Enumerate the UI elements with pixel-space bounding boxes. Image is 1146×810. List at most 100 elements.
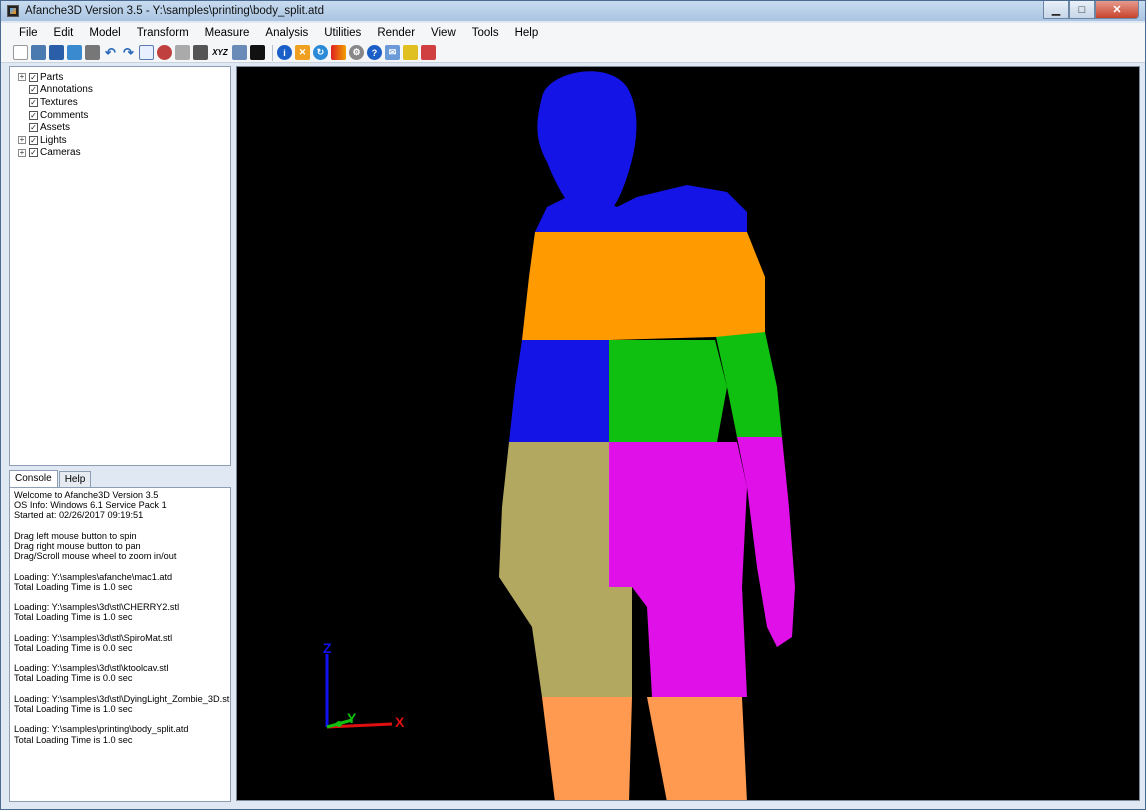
checkbox-lights[interactable]: ✓ xyxy=(29,135,38,145)
scene-tree[interactable]: + ✓ Parts ✓ Annotations ✓ Textures ✓ Com… xyxy=(9,66,231,466)
left-panel: + ✓ Parts ✓ Annotations ✓ Textures ✓ Com… xyxy=(9,66,231,802)
tree-item-textures[interactable]: ✓ Textures xyxy=(10,96,230,109)
console-line: Total Loading Time is 0.0 sec xyxy=(14,673,133,684)
settings-icon[interactable]: ⚙ xyxy=(349,45,364,60)
texture-icon[interactable] xyxy=(175,45,190,60)
console-output[interactable]: Welcome to Afanche3D Version 3.5 OS Info… xyxy=(9,487,231,802)
tree-item-cameras[interactable]: + ✓ Cameras xyxy=(10,147,230,160)
tree-item-parts[interactable]: + ✓ Parts xyxy=(10,71,230,84)
console-line: Total Loading Time is 1.0 sec xyxy=(14,612,133,623)
toolbar: ↶ ↷ XYZ i ✕ ↻ ⚙ ? ✉ xyxy=(1,43,1145,63)
model-segment-magenta-arm xyxy=(737,437,795,647)
tree-item-lights[interactable]: + ✓ Lights xyxy=(10,134,230,147)
tree-item-label: Parts xyxy=(40,71,64,83)
menu-tools[interactable]: Tools xyxy=(464,23,507,43)
menu-measure[interactable]: Measure xyxy=(197,23,258,43)
help-icon[interactable]: ? xyxy=(367,45,382,60)
minimize-button[interactable]: ▁ xyxy=(1043,1,1069,19)
bottom-tabs: Console Help xyxy=(9,470,231,487)
exit-icon[interactable] xyxy=(421,45,436,60)
expand-icon[interactable]: + xyxy=(18,73,26,82)
expand-icon[interactable]: + xyxy=(18,136,26,145)
checkbox-annotations[interactable]: ✓ xyxy=(29,85,38,95)
redo-icon[interactable]: ↷ xyxy=(121,45,136,60)
email-icon[interactable]: ✉ xyxy=(385,45,400,60)
console-line: Total Loading Time is 0.0 sec xyxy=(14,642,133,653)
console-line: OS Info: Windows 6.1 Service Pack 1 xyxy=(14,500,167,511)
tree-item-label: Assets xyxy=(40,122,71,134)
checkbox-textures[interactable]: ✓ xyxy=(29,97,38,107)
grid-icon[interactable] xyxy=(232,45,247,60)
checkbox-cameras[interactable]: ✓ xyxy=(29,148,38,158)
pack-icon[interactable] xyxy=(193,45,208,60)
menu-render[interactable]: Render xyxy=(369,23,423,43)
console-line: Started at: 02/26/2017 09:19:51 xyxy=(14,510,144,521)
model-segment-orange-chest xyxy=(522,232,765,340)
tree-item-annotations[interactable]: ✓ Annotations xyxy=(10,84,230,97)
menu-transform[interactable]: Transform xyxy=(129,23,197,43)
menu-analysis[interactable]: Analysis xyxy=(257,23,316,43)
tree-item-label: Lights xyxy=(40,134,67,146)
console-line: Loading: Y:\samples\3d\stl\SpiroMat.stl xyxy=(14,632,173,643)
model-segment-blue-head xyxy=(537,71,637,218)
y-axis-dot xyxy=(336,721,342,727)
menu-file[interactable]: File xyxy=(11,23,46,43)
palette-icon[interactable] xyxy=(331,45,346,60)
tree-item-assets[interactable]: ✓ Assets xyxy=(10,121,230,134)
maximize-button[interactable]: □ xyxy=(1069,1,1095,19)
save-icon[interactable] xyxy=(49,45,64,60)
app-logo-icon[interactable] xyxy=(7,5,19,17)
checkbox-assets[interactable]: ✓ xyxy=(29,123,38,133)
toolbar-separator xyxy=(272,44,273,61)
menu-view[interactable]: View xyxy=(423,23,464,43)
black-square-icon[interactable] xyxy=(250,45,265,60)
console-line: Drag/Scroll mouse wheel to zoom in/out xyxy=(14,551,177,562)
menu-utilities[interactable]: Utilities xyxy=(316,23,369,43)
info-icon[interactable]: i xyxy=(277,45,292,60)
comment-icon[interactable] xyxy=(139,45,154,60)
console-line: Welcome to Afanche3D Version 3.5 xyxy=(14,490,159,500)
undo-icon[interactable]: ↶ xyxy=(103,45,118,60)
model-segment-left-lower-leg xyxy=(542,697,632,800)
tree-item-label: Textures xyxy=(40,96,78,108)
save-as-icon[interactable] xyxy=(67,45,82,60)
app-window: Afanche3D Version 3.5 - Y:\samples\print… xyxy=(0,0,1146,810)
console-line: Loading: Y:\samples\afanche\mac1.atd xyxy=(14,571,173,582)
close-button[interactable]: ✕ xyxy=(1095,1,1139,19)
3d-viewport[interactable]: Z Y X xyxy=(236,66,1140,801)
open-icon[interactable] xyxy=(31,45,46,60)
menu-model[interactable]: Model xyxy=(81,23,128,43)
y-axis-label: Y xyxy=(347,710,357,726)
print-icon[interactable] xyxy=(85,45,100,60)
checkbox-parts[interactable]: ✓ xyxy=(29,72,38,82)
window-controls: ▁ □ ✕ xyxy=(1043,1,1139,19)
checkbox-comments[interactable]: ✓ xyxy=(29,110,38,120)
model-segment-green-torso xyxy=(609,340,727,442)
expand-icon[interactable]: + xyxy=(18,148,26,157)
tab-console[interactable]: Console xyxy=(9,470,58,487)
console-line: Drag right mouse button to pan xyxy=(14,540,141,551)
title-bar[interactable]: Afanche3D Version 3.5 - Y:\samples\print… xyxy=(1,1,1145,21)
tree-item-label: Comments xyxy=(40,109,89,121)
tree-item-label: Annotations xyxy=(40,84,93,96)
x-axis-label: X xyxy=(395,714,405,730)
menu-edit[interactable]: Edit xyxy=(46,23,82,43)
annotation-icon[interactable] xyxy=(157,45,172,60)
refresh-icon[interactable]: ↻ xyxy=(313,45,328,60)
xyz-icon[interactable]: XYZ xyxy=(211,45,229,60)
new-icon[interactable] xyxy=(13,45,28,60)
console-line: Loading: Y:\samples\3d\stl\CHERRY2.stl xyxy=(14,602,180,613)
console-line: Loading: Y:\samples\printing\body_split.… xyxy=(14,724,189,735)
close-model-icon[interactable]: ✕ xyxy=(295,45,310,60)
console-line: Drag left mouse button to spin xyxy=(14,530,137,541)
tree-item-comments[interactable]: ✓ Comments xyxy=(10,109,230,122)
z-axis-label: Z xyxy=(323,640,332,656)
brush-icon[interactable] xyxy=(403,45,418,60)
tab-help[interactable]: Help xyxy=(58,471,92,487)
menu-help[interactable]: Help xyxy=(507,23,547,43)
